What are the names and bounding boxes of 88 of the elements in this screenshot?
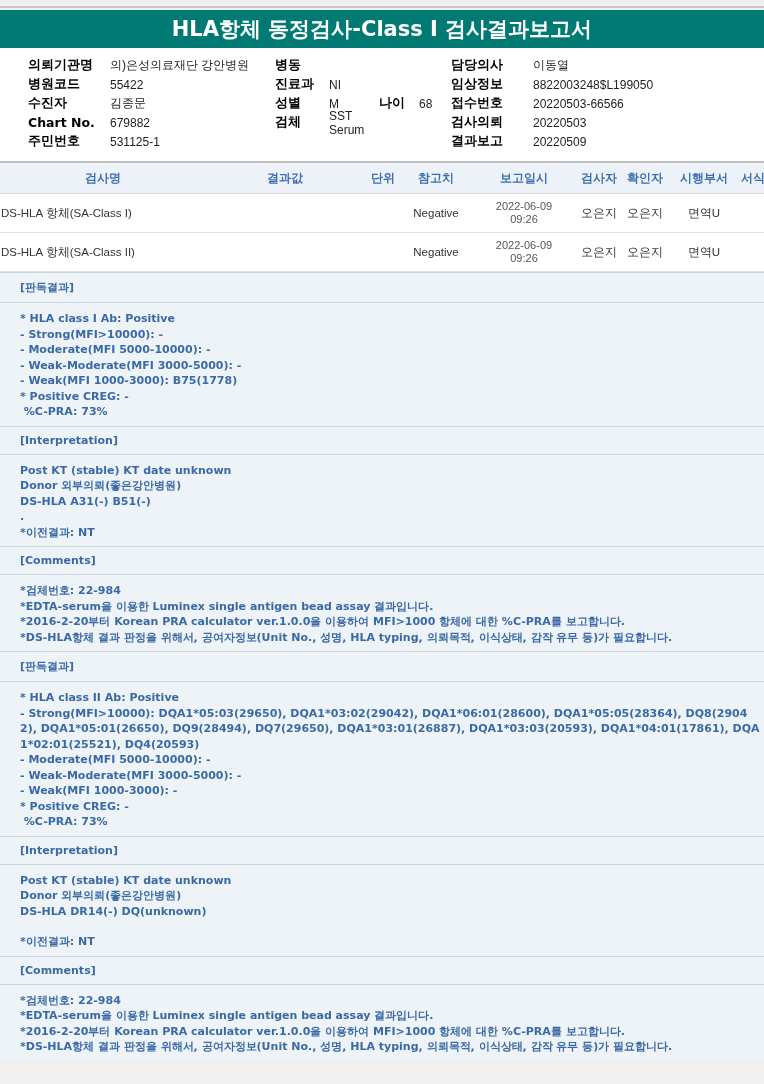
result-line: *검체번호: 22-984: [20, 992, 122, 1008]
result-line: %C-PRA: 73%: [22, 814, 109, 830]
field-value: 679882: [110, 115, 151, 130]
field-value: 8822003248$L199050: [533, 77, 654, 92]
report-title: HLA항체 동정검사-Class I 검사결과보고서: [0, 6, 764, 48]
test-name-cell: DS-HLA 항체(SA-Class I): [0, 193, 205, 233]
result-line: - Weak-Moderate(MFI 3000-5000): -: [20, 357, 243, 373]
result-line: - Weak(MFI 1000-3000): B75(1778): [20, 373, 239, 389]
result-line: - Moderate(MFI 5000-10000): -: [20, 342, 212, 358]
department-cell: 면역U: [668, 193, 740, 233]
section-heading: [Comments]: [20, 554, 96, 567]
result-line: %C-PRA: 73%: [22, 404, 109, 420]
field-value: NI: [329, 77, 342, 92]
field-label: 주민번호: [28, 133, 81, 150]
field-value: 20220503: [533, 115, 587, 130]
column-header: 단위: [365, 163, 400, 194]
field-label: Chart No.: [28, 115, 96, 130]
column-header: 서식: [740, 163, 764, 194]
result-line: Post KT (stable) KT date unknown: [20, 872, 233, 888]
report-date-cell: 2022-06-09 09:26: [472, 232, 576, 272]
column-header: 결과값: [205, 163, 365, 194]
result-line: - Moderate(MFI 5000-10000): -: [20, 752, 212, 768]
report-date-cell: 2022-06-09 09:26: [472, 193, 576, 233]
field-label: 접수번호: [451, 95, 504, 112]
tester-cell: 오은지: [576, 193, 622, 233]
result-line: * Positive CREG: -: [20, 388, 130, 404]
result-line: *DS-HLA항체 결과 판정을 위해서, 공여자정보(Unit No., 성명, HLA typing, 의뢰목적, 이식상태, 감작 유무 등)가 필요합니다.: [20, 1039, 674, 1055]
result-line: *2016-2-20부터 Korean PRA calculator ver.1.0.0을 이용하여 MFI>1000 항체에 대한 %C-PRA를 보고합니다.: [20, 1023, 626, 1039]
field-label: 검체: [275, 114, 302, 131]
result-line: DS-HLA A31(-) B51(-): [20, 493, 152, 509]
field-label: 담당의사: [451, 57, 504, 74]
field-label: 병동: [275, 57, 302, 74]
section-heading: [Interpretation]: [20, 433, 118, 447]
field-label: 진료과: [275, 76, 315, 93]
field-value: 의)은성의료재단 강안병원: [110, 57, 250, 74]
result-line: *이전결과: NT: [20, 524, 96, 540]
field-label: 검사의뢰: [451, 114, 504, 131]
column-header: 참고치: [400, 163, 472, 194]
column-header: 검사자: [576, 163, 622, 194]
field-label: 결과보고: [451, 133, 504, 150]
section-heading: [판독결과]: [20, 660, 75, 673]
confirmer-cell: 오은지: [622, 232, 668, 272]
reference-cell: Negative: [400, 232, 472, 272]
field-value: 55422: [110, 77, 144, 92]
result-line: - Weak(MFI 1000-3000): -: [20, 783, 179, 799]
result-line: - Strong(MFI>10000): -: [20, 326, 165, 342]
field-value: 68: [419, 96, 433, 111]
field-value: 20220509: [533, 134, 587, 149]
result-line: Donor 외부의뢰(좋은강안병원): [20, 478, 183, 494]
result-line: *DS-HLA항체 결과 판정을 위해서, 공여자정보(Unit No., 성명, HLA typing, 의뢰목적, 이식상태, 감작 유무 등)가 필요합니다.: [20, 629, 674, 645]
result-line: *이전결과: NT: [20, 934, 96, 950]
result-line: Donor 외부의뢰(좋은강안병원): [20, 888, 183, 904]
field-label: 나이: [379, 95, 406, 112]
result-line: * HLA class II Ab: Positive: [20, 690, 180, 706]
field-value: 김종문: [110, 95, 146, 112]
result-line: .: [20, 509, 26, 525]
field-value: 이동열: [533, 57, 569, 74]
result-line: - Weak-Moderate(MFI 3000-5000): -: [20, 767, 243, 783]
section-heading: [Comments]: [20, 963, 96, 977]
field-value: 531125-1: [110, 134, 160, 149]
result-line: *EDTA-serum을 이용한 Luminex single antigen bead assay 결과입니다.: [20, 598, 435, 614]
column-header: 확인자: [622, 163, 668, 194]
field-label: 임상정보: [451, 76, 504, 93]
field-value: M: [329, 96, 340, 111]
result-line: * Positive CREG: -: [20, 798, 130, 814]
result-line: DS-HLA DR14(-) DQ(unknown): [20, 903, 208, 919]
field-label: 수진자: [28, 95, 68, 112]
column-header: 보고일시: [472, 163, 576, 194]
result-line: *EDTA-serum을 이용한 Luminex single antigen bead assay 결과입니다.: [20, 1008, 435, 1024]
section-heading: [Interpretation]: [20, 843, 118, 857]
confirmer-cell: 오은지: [622, 193, 668, 233]
result-line: * HLA class I Ab: Positive: [20, 311, 176, 327]
column-header: 검사명: [0, 163, 205, 194]
result-line: Post KT (stable) KT date unknown: [20, 462, 233, 478]
test-name-cell: DS-HLA 항체(SA-Class II): [0, 232, 205, 272]
field-label: 성별: [275, 95, 302, 112]
department-cell: 면역U: [668, 232, 740, 272]
tester-cell: 오은지: [576, 232, 622, 272]
field-value: 20220503-66566: [533, 96, 624, 111]
field-value: SST Serum: [329, 108, 366, 137]
column-header: 시행부서: [668, 163, 740, 194]
field-label: 의뢰기관명: [28, 57, 94, 74]
result-line: *2016-2-20부터 Korean PRA calculator ver.1.0.0을 이용하여 MFI>1000 항체에 대한 %C-PRA를 보고합니다.: [20, 614, 626, 630]
result-line: - Strong(MFI>10000): DQA1*05:03(29650), DQA1*03:02(29042), DQA1*06:01(28600), DQA1*05:05(28364), DQ8(29042), DQA1*05:01(26650), DQ9(28494), DQ7(29650), DQA1*03:01(26887), DQA1*03:03(20593), DQA1*04:01(17861), DQA1*02:01(25521), DQ4(20593): [20, 705, 761, 752]
reference-cell: Negative: [400, 193, 472, 233]
result-line: *검체번호: 22-984: [20, 583, 122, 599]
field-label: 병원코드: [28, 76, 81, 93]
section-heading: [판독결과]: [20, 281, 75, 294]
